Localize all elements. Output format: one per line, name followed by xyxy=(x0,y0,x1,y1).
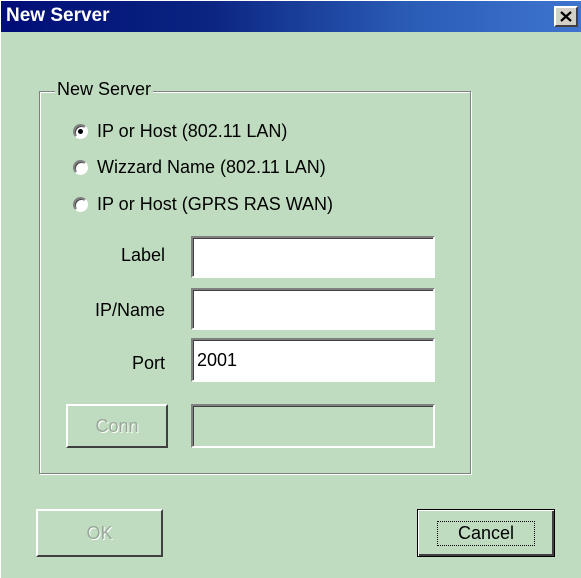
port-input[interactable] xyxy=(191,338,435,382)
title-bar[interactable]: New Server xyxy=(1,1,581,32)
ipname-input[interactable] xyxy=(191,288,435,330)
radio-icon[interactable] xyxy=(73,197,88,212)
label-input[interactable] xyxy=(191,236,435,278)
connection-status-field xyxy=(191,404,435,448)
new-server-dialog: New Server New Server IP or Host (802.11… xyxy=(0,0,581,578)
radio-ip-host-lan[interactable]: IP or Host (802.11 LAN) xyxy=(73,121,287,142)
conn-button[interactable]: Conn xyxy=(66,404,168,448)
label-field-label: Label xyxy=(120,245,165,265)
cancel-button-label: Cancel xyxy=(436,520,536,546)
radio-icon[interactable] xyxy=(73,160,88,175)
cancel-button[interactable]: Cancel xyxy=(417,509,555,557)
conn-button-label: Conn xyxy=(95,415,139,436)
radio-wizzard-name-lan[interactable]: Wizzard Name (802.11 LAN) xyxy=(73,157,326,178)
window-title: New Server xyxy=(6,5,110,26)
radio-ip-host-gprs[interactable]: IP or Host (GPRS RAS WAN) xyxy=(73,194,333,215)
groupbox-legend: New Server xyxy=(55,79,154,100)
radio-label-ip-host-lan: IP or Host (802.11 LAN) xyxy=(97,121,288,141)
radio-icon[interactable] xyxy=(73,124,88,139)
close-button[interactable] xyxy=(554,6,578,27)
port-field-label: Port xyxy=(131,353,165,373)
radio-label-ip-host-gprs: IP or Host (GPRS RAS WAN) xyxy=(97,194,334,214)
close-icon xyxy=(560,11,572,22)
ok-button-label: OK xyxy=(86,522,113,543)
ok-button[interactable]: OK xyxy=(36,509,163,557)
radio-label-wizzard-name-lan: Wizzard Name (802.11 LAN) xyxy=(97,157,326,177)
ipname-field-label: IP/Name xyxy=(94,300,165,320)
